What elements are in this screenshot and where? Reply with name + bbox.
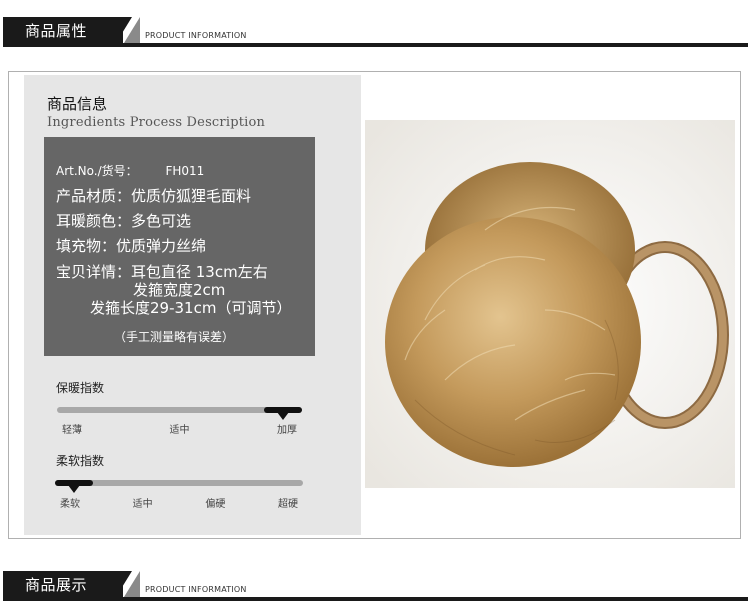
section-header-product-attributes: 商品属性 PRODUCT INFORMATION <box>0 17 750 47</box>
section-header-rule <box>3 597 748 601</box>
softness-label-soft: 柔软 <box>60 499 80 510</box>
softness-label-medium: 适中 <box>132 499 153 510</box>
warmth-label-medium: 适中 <box>169 425 190 436</box>
section-header-tab: 商品属性 <box>3 17 123 43</box>
product-photo-earmuffs <box>365 120 735 488</box>
softness-index-marker <box>68 485 80 493</box>
section-header-rule <box>3 43 748 47</box>
header-grey-slant-decoration <box>124 17 140 43</box>
panel-subtitle: Ingredients Process Description <box>47 115 266 130</box>
softness-label-very-hard: 超硬 <box>278 499 298 510</box>
spec-filling: 填充物：优质弹力丝绵 <box>56 237 207 255</box>
section-header-product-display: 商品展示 PRODUCT INFORMATION <box>0 571 750 601</box>
warmth-index-title: 保暖指数 <box>56 381 105 395</box>
header-grey-slant-decoration <box>124 571 140 597</box>
section-header-title: 商品展示 <box>25 576 88 594</box>
art-number-line: Art.No./货号： FH011 <box>56 162 204 179</box>
info-panel: 商品信息 Ingredients Process Description Art… <box>24 75 361 535</box>
product-info-frame: 商品信息 Ingredients Process Description Art… <box>8 71 741 539</box>
front-ear-pad <box>385 217 641 467</box>
panel-title: 商品信息 <box>47 95 108 113</box>
warmth-label-light: 轻薄 <box>62 425 82 436</box>
warmth-index-marker <box>277 412 289 420</box>
softness-label-slightly-hard: 偏硬 <box>205 499 226 510</box>
softness-index-title: 柔软指数 <box>56 454 105 468</box>
section-header-tab: 商品展示 <box>3 571 123 597</box>
spec-measurement-note: （手工测量略有误差） <box>114 330 235 344</box>
earmuffs-illustration <box>365 120 735 488</box>
spec-material: 产品材质：优质仿狐狸毛面料 <box>56 187 252 205</box>
spec-details-band-length: 发箍长度29-31cm（可调节） <box>90 299 292 317</box>
art-number-value: FH011 <box>165 164 205 178</box>
spec-box: Art.No./货号： FH011 产品材质：优质仿狐狸毛面料 耳暖颜色：多色可… <box>44 137 315 356</box>
section-header-subtitle: PRODUCT INFORMATION <box>145 585 247 594</box>
section-header-title: 商品属性 <box>25 22 88 40</box>
art-number-label: Art.No./货号： <box>56 164 138 178</box>
warmth-label-thick: 加厚 <box>277 425 297 436</box>
spec-color: 耳暖颜色：多色可选 <box>56 212 192 230</box>
section-header-subtitle: PRODUCT INFORMATION <box>145 31 247 40</box>
